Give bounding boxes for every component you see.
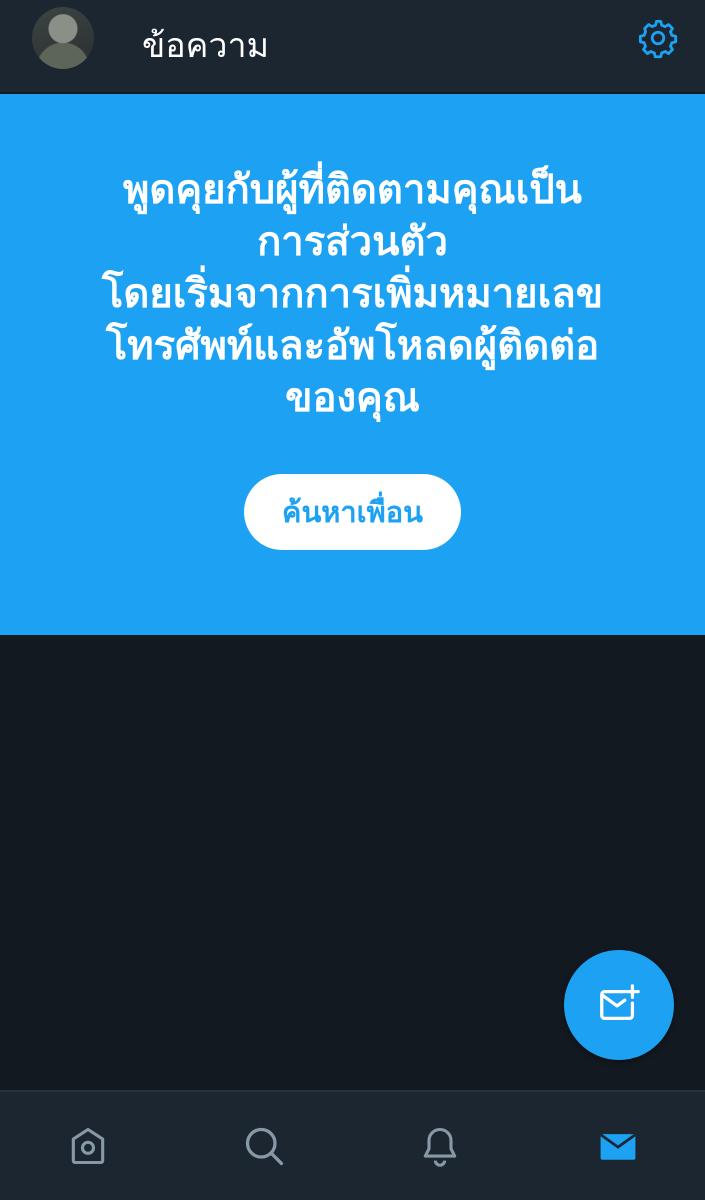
banner-message: พูดคุยกับผู้ที่ติดตามคุณเป็น การส่วนตัว … [40,164,665,424]
nav-search[interactable] [240,1122,288,1170]
top-bar: ข้อความ [0,0,705,92]
avatar[interactable] [32,7,94,69]
page-title: ข้อความ [142,26,270,66]
search-icon [245,1127,284,1166]
nav-notifications[interactable] [416,1122,464,1170]
settings-button[interactable] [636,16,680,60]
find-friends-banner: พูดคุยกับผู้ที่ติดตามคุณเป็น การส่วนตัว … [0,94,705,635]
new-message-button[interactable] [564,950,674,1060]
banner-line: โทรศัพท์และอัพโหลดผู้ติดต่อ [105,323,600,369]
nav-messages[interactable] [594,1122,642,1170]
mail-icon [599,1133,637,1160]
banner-line: ของคุณ [285,375,420,421]
banner-line: พูดคุยกับผู้ที่ติดตามคุณเป็น [123,167,582,213]
bottom-navigation [0,1090,705,1200]
banner-line: โดยเริ่มจากการเพิ่มหมายเลข [101,271,604,317]
new-message-icon [600,984,640,1021]
bell-icon [423,1127,457,1167]
gear-icon [638,19,678,59]
app-root: ข้อความ พูดคุยกับผู้ที่ติดตามคุณเป็น การ… [0,0,705,1200]
home-icon [71,1127,105,1165]
nav-home[interactable] [64,1122,112,1170]
banner-line: การส่วนตัว [257,219,448,265]
find-friends-button[interactable]: ค้นหาเพื่อน [244,474,461,550]
